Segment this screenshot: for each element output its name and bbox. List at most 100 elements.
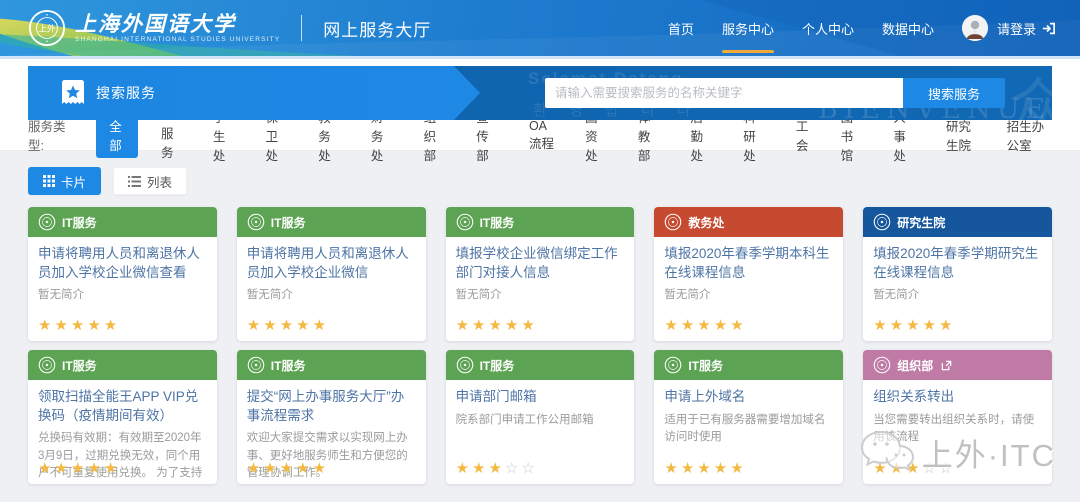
- star-filled-icon: ★: [889, 460, 907, 477]
- card-title[interactable]: 组织关系转出: [873, 388, 1042, 407]
- nav-item-0[interactable]: 首页: [654, 0, 708, 56]
- search-banner-band: Selamat Datang 환 영 합 니 다 BIENVENUE 众 搜索服…: [0, 66, 1080, 120]
- card-title[interactable]: 填报2020年春季学期本科生在线课程信息: [664, 245, 833, 282]
- service-card-1[interactable]: IT服务申请将聘用人员和离退休人员加入学校企业微信暂无简介 ★★★★★: [236, 207, 426, 341]
- service-card-8[interactable]: IT服务 申请上外域名 适用于已有服务器需要增加域名访问时使用 ★★★★★: [654, 350, 844, 484]
- service-card-7[interactable]: IT服务 申请部门邮箱 院系部门申请工作公用邮箱 ★★★☆☆: [445, 350, 635, 484]
- external-link-icon: [941, 360, 952, 370]
- dept-seal-icon: [665, 356, 682, 374]
- card-dept-label: IT服务: [479, 215, 515, 230]
- star-empty-icon: ☆: [939, 460, 956, 477]
- avatar[interactable]: [961, 15, 988, 41]
- card-view-button[interactable]: 卡片: [28, 167, 102, 195]
- star-filled-icon: ★: [38, 317, 55, 334]
- star-filled-icon: ★: [279, 460, 297, 477]
- star-filled-icon: ★: [697, 317, 714, 334]
- card-header: IT服务: [445, 207, 635, 237]
- star-filled-icon: ★: [279, 317, 297, 334]
- card-dept-label: IT服务: [688, 358, 724, 373]
- service-card-9[interactable]: 组织部 组织关系转出 当您需要转出组织关系时，请使用该流程 ★★★☆☆: [863, 350, 1052, 484]
- service-card-5[interactable]: IT服务 领取扫描全能王APP VIP兑换码（疫情期间有效） 兑换码有效期：有效期至…: [28, 350, 217, 484]
- card-title[interactable]: 申请将聘用人员和离退休人员加入学校企业微信查看: [38, 245, 207, 282]
- grid-icon: [43, 175, 55, 187]
- card-dept-label: IT服务: [62, 215, 97, 230]
- card-title[interactable]: 领取扫描全能王APP VIP兑换码（疫情期间有效）: [38, 388, 207, 425]
- card-title[interactable]: 申请上外域名: [664, 388, 833, 407]
- star-filled-icon: ★: [873, 317, 890, 334]
- main-nav: 首页 服务中心 个人中心 数据中心: [654, 0, 948, 56]
- dept-seal-icon: [247, 213, 265, 231]
- card-dept-label: IT服务: [62, 358, 97, 373]
- star-filled-icon: ★: [296, 317, 313, 334]
- card-body: 填报学校企业微信绑定工作部门对接人信息 暂无简介: [446, 237, 635, 305]
- card-title[interactable]: 申请将聘用人员和离退休人员加入学校企业微信: [247, 245, 416, 282]
- university-name-en: SHANGHAI INTERNATIONAL STUDIES UNIVERSIT…: [75, 35, 281, 43]
- list-view-button[interactable]: 列表: [113, 167, 188, 195]
- service-card-3[interactable]: 教务处 填报2020年春季学期本科生在线课程信息 暂无简介 ★★★★★: [654, 207, 844, 341]
- star-filled-icon: ★: [246, 317, 264, 334]
- card-header: 教务处: [654, 207, 844, 237]
- card-rating: ★★★★★: [247, 459, 329, 477]
- card-title[interactable]: 填报学校企业微信绑定工作部门对接人信息: [456, 245, 625, 282]
- star-filled-icon: ★: [922, 317, 939, 334]
- star-filled-icon: ★: [680, 460, 698, 477]
- card-title[interactable]: 填报2020年春季学期研究生在线课程信息: [873, 245, 1042, 282]
- card-dept-label: IT服务: [479, 358, 515, 373]
- card-body: 填报2020年春季学期本科生在线课程信息 暂无简介: [654, 237, 843, 305]
- star-filled-icon: ★: [70, 317, 88, 334]
- card-dept-label: 组织部: [897, 358, 934, 373]
- card-header: IT服务: [654, 350, 844, 380]
- service-card-0[interactable]: IT服务申请将聘用人员和离退休人员加入学校企业微信查看暂无简介 ★★★★★: [28, 207, 217, 341]
- service-card-6[interactable]: IT服务 提交“网上办事服务大厅”办事流程需求 欢迎大家提交需求以实现网上办事、更好…: [236, 350, 426, 484]
- star-filled-icon: ★: [312, 460, 330, 477]
- card-body: 填报2020年春季学期研究生在线课程信息 暂无简介: [863, 237, 1052, 305]
- logo[interactable]: 上外 上海外国语大学 SHANGHAI INTERNATIONAL STUDIE…: [0, 0, 431, 56]
- filter-label: 服务类型:: [28, 120, 66, 153]
- card-description: 暂无简介: [38, 289, 84, 302]
- star-filled-icon: ★: [730, 460, 747, 477]
- search-button[interactable]: 搜索服务: [903, 78, 1005, 108]
- card-header: IT服务: [236, 207, 426, 237]
- star-empty-icon: ☆: [521, 460, 538, 477]
- card-rating: ★★★★★: [247, 316, 329, 334]
- star-filled-icon: ★: [664, 317, 681, 334]
- star-filled-icon: ★: [87, 460, 104, 477]
- card-title[interactable]: 申请部门邮箱: [456, 388, 625, 407]
- nav-item-2[interactable]: 个人中心: [788, 0, 868, 56]
- star-filled-icon: ★: [488, 460, 505, 477]
- card-rating: ★★★★★: [664, 459, 746, 477]
- filter-tab-8[interactable]: OA流程: [523, 115, 562, 156]
- dept-seal-icon: [38, 356, 56, 374]
- star-filled-icon: ★: [263, 317, 280, 334]
- card-rating: ★★★★★: [873, 316, 955, 334]
- card-header: IT服务: [445, 350, 635, 380]
- star-filled-icon: ★: [521, 317, 538, 334]
- card-description: 暂无简介: [246, 289, 293, 302]
- login-button[interactable]: 请登录: [997, 19, 1056, 38]
- service-card-2[interactable]: IT服务 填报学校企业微信绑定工作部门对接人信息 暂无简介 ★★★★★: [445, 207, 635, 341]
- star-filled-icon: ★: [54, 317, 71, 334]
- star-filled-icon: ★: [664, 460, 681, 477]
- card-rating: ★★★★★: [38, 316, 120, 334]
- card-description: 当您需要转出组织关系时，请使用该流程: [873, 413, 1035, 443]
- card-body: 申请部门邮箱 院系部门申请工作公用邮箱: [446, 380, 635, 429]
- star-filled-icon: ★: [906, 317, 923, 334]
- login-arrow-icon: [1042, 22, 1055, 34]
- star-filled-icon: ★: [87, 317, 104, 334]
- card-header: IT服务: [28, 350, 217, 380]
- card-header: 组织部: [863, 350, 1052, 380]
- card-title[interactable]: 提交“网上办事服务大厅”办事流程需求: [247, 388, 416, 425]
- bg-word-cjk: 众: [1010, 73, 1052, 120]
- card-body: 组织关系转出当您需要转出组织关系时，请使用该流程: [863, 380, 1052, 446]
- dept-seal-icon: [247, 356, 265, 374]
- card-body: 申请将聘用人员和离退休人员加入学校企业微信查看暂无简介: [28, 237, 217, 305]
- nav-item-3[interactable]: 数据中心: [868, 0, 948, 56]
- service-card-4[interactable]: 研究生院 填报2020年春季学期研究生在线课程信息 暂无简介 ★★★★★: [863, 207, 1052, 341]
- card-rating: ★★★★★: [664, 316, 746, 334]
- university-seal-icon: 上外: [28, 9, 66, 47]
- nav-item-1[interactable]: 服务中心: [708, 0, 788, 56]
- card-rating: ★★★★★: [38, 459, 120, 477]
- star-filled-icon: ★: [680, 317, 698, 334]
- search-input[interactable]: [545, 78, 903, 108]
- list-icon: [128, 175, 142, 187]
